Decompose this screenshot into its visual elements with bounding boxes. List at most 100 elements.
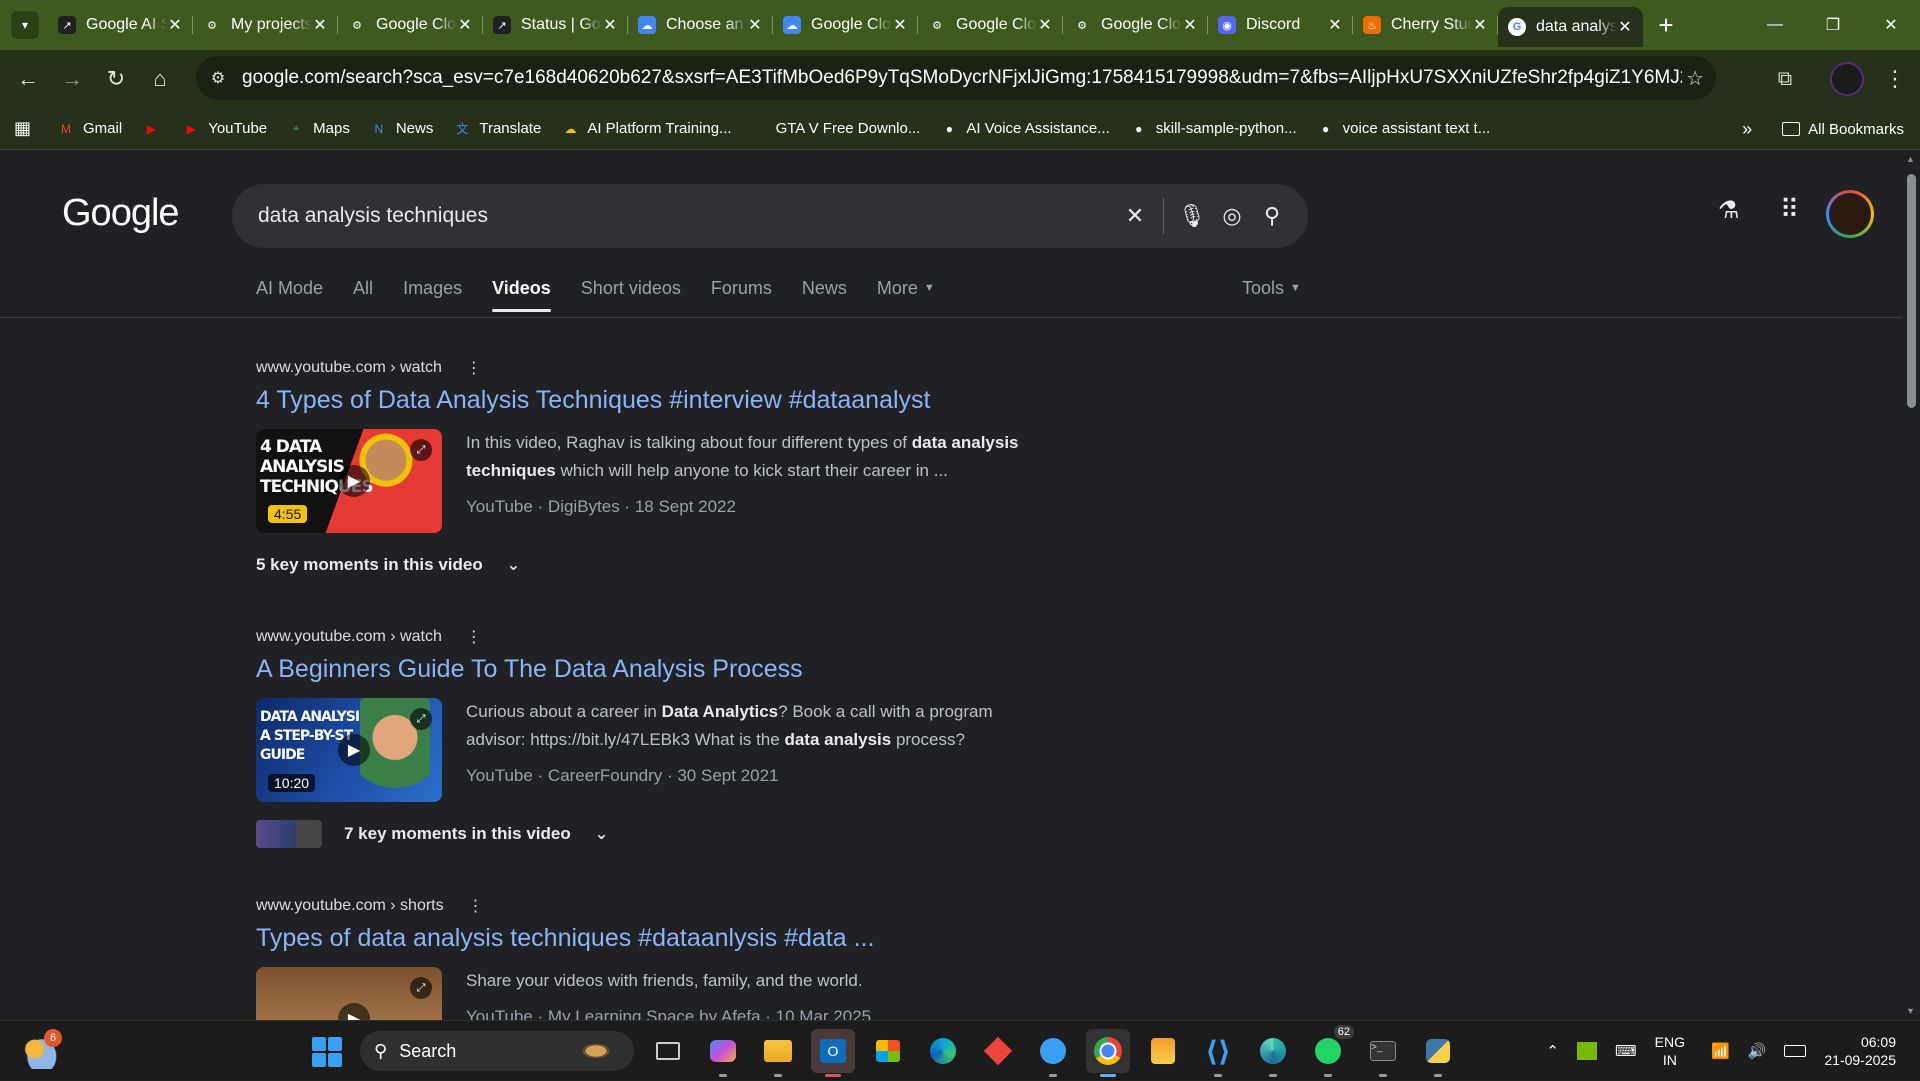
edge-dev-icon[interactable] xyxy=(1251,1029,1295,1077)
tab-forums[interactable]: Forums xyxy=(711,266,772,310)
close-tab-icon[interactable]: ✕ xyxy=(457,15,473,35)
scrollbar-thumb[interactable] xyxy=(1907,174,1916,408)
browser-menu-icon[interactable]: ⋮ xyxy=(1880,60,1910,98)
search-icon[interactable]: ⚲ xyxy=(1252,196,1292,236)
tab-more[interactable]: More ▼ xyxy=(877,266,935,310)
video-thumbnail[interactable]: ▶ ⤢ xyxy=(256,967,442,1020)
result-cite[interactable]: www.youtube.com › shorts ⋮ xyxy=(256,896,1156,916)
labs-flask-icon[interactable]: ⚗ xyxy=(1718,196,1740,225)
edge-icon[interactable] xyxy=(921,1029,965,1073)
address-url[interactable]: google.com/search?sca_esv=c7e168d40620b6… xyxy=(242,67,1682,89)
result-menu-icon[interactable]: ⋮ xyxy=(466,358,482,378)
tab-3[interactable]: ↗ Status | Google✕ xyxy=(483,7,628,43)
copilot-icon[interactable] xyxy=(701,1029,745,1077)
tab-2[interactable]: ⚙ Google Cloud✕ xyxy=(338,7,483,43)
bookmark-0[interactable]: M Gmail xyxy=(57,120,122,138)
bookmark-5[interactable]: 文 Translate xyxy=(453,120,541,138)
key-moments-toggle[interactable]: 7 key moments in this video ⌄ xyxy=(256,820,1156,848)
chrome-icon[interactable] xyxy=(1086,1029,1130,1077)
result-title-link[interactable]: Types of data analysis techniques #dataa… xyxy=(256,924,1156,953)
more-bookmarks-icon[interactable]: » xyxy=(1742,119,1752,140)
tab-10[interactable]: Gdata analysis techniques✕ xyxy=(1498,7,1643,47)
tab-1[interactable]: ⚙ My projects ✕ xyxy=(193,7,338,43)
play-icon[interactable]: ▶ xyxy=(338,465,370,497)
volume-icon[interactable]: 🔊 xyxy=(1748,1042,1767,1060)
close-tab-icon[interactable]: ✕ xyxy=(1037,15,1053,35)
bookmark-9[interactable]: ● skill-sample-python... xyxy=(1130,120,1297,138)
result-title-link[interactable]: A Beginners Guide To The Data Analysis P… xyxy=(256,655,1156,684)
close-tab-icon[interactable]: ✕ xyxy=(167,15,183,35)
home-button[interactable]: ⌂ xyxy=(138,57,182,101)
key-moments-toggle[interactable]: 5 key moments in this video ⌄ xyxy=(256,555,1156,575)
video-thumbnail[interactable]: DATA ANALYSIS A STEP-BY-ST GUIDE ▶ ⤢ 10:… xyxy=(256,698,442,802)
expand-icon[interactable]: ⤢ xyxy=(410,439,432,461)
scroll-up-icon[interactable]: ▲ xyxy=(1906,154,1915,164)
tab-images[interactable]: Images xyxy=(403,266,462,310)
all-bookmarks-button[interactable]: All Bookmarks xyxy=(1782,121,1904,138)
site-info-icon[interactable]: ⚙ xyxy=(200,60,236,96)
tools-button[interactable]: Tools ▼ xyxy=(1242,266,1301,310)
lens-camera-icon[interactable]: ◎ xyxy=(1212,196,1252,236)
python-icon[interactable] xyxy=(1416,1029,1460,1077)
bookmark-2[interactable]: ▶ YouTube xyxy=(182,120,268,138)
extensions-icon[interactable]: ⧉ xyxy=(1766,60,1804,98)
tab-search-button[interactable]: ▾ xyxy=(11,11,39,39)
play-icon[interactable]: ▶ xyxy=(338,1003,370,1020)
bookmark-4[interactable]: N News xyxy=(370,120,433,138)
anydesk-icon[interactable] xyxy=(976,1029,1020,1073)
tab-news[interactable]: News xyxy=(802,266,847,310)
close-window-button[interactable]: ✕ xyxy=(1862,0,1920,50)
tab-videos[interactable]: Videos xyxy=(492,266,551,312)
result-cite[interactable]: www.youtube.com › watch ⋮ xyxy=(256,627,1156,647)
clear-icon[interactable]: ✕ xyxy=(1115,196,1155,236)
close-tab-icon[interactable]: ✕ xyxy=(602,15,618,35)
whatsapp-icon[interactable]: 62 xyxy=(1306,1025,1354,1077)
bookmark-3[interactable]: ⌖ Maps xyxy=(287,120,350,138)
apps-grid-icon[interactable]: ▦ xyxy=(14,118,31,139)
reload-button[interactable]: ↻ xyxy=(94,57,138,101)
file-explorer-icon[interactable] xyxy=(756,1029,800,1077)
nvidia-icon[interactable] xyxy=(1577,1042,1597,1060)
bookmark-7[interactable]: GTA V Free Downlo... xyxy=(776,120,921,137)
tab-5[interactable]: ☁ Google Cloud✕ xyxy=(773,7,918,43)
python-idle-icon[interactable] xyxy=(1031,1029,1075,1077)
bookmark-1[interactable]: ▶ xyxy=(142,120,168,138)
close-tab-icon[interactable]: ✕ xyxy=(892,15,908,35)
profile-avatar[interactable] xyxy=(1830,62,1864,96)
result-menu-icon[interactable]: ⋮ xyxy=(468,896,484,916)
clock[interactable]: 06:09 21-09-2025 xyxy=(1824,1033,1896,1069)
bookmark-star-icon[interactable]: ☆ xyxy=(1686,66,1704,91)
vscode-icon[interactable]: ⟨⟩ xyxy=(1196,1029,1240,1077)
show-hidden-icons[interactable]: ⌃ xyxy=(1546,1042,1559,1060)
account-avatar[interactable] xyxy=(1826,190,1874,238)
search-box[interactable]: data analysis techniques ✕ 🎙 ◎ ⚲ xyxy=(232,184,1308,248)
tab-4[interactable]: ☁ Choose an account✕ xyxy=(628,7,773,43)
tab-short-videos[interactable]: Short videos xyxy=(581,266,681,310)
terminal-icon[interactable]: >_ xyxy=(1361,1029,1405,1077)
tab-7[interactable]: ⚙ Google Cloud✕ xyxy=(1063,7,1208,43)
restore-button[interactable]: ❐ xyxy=(1804,0,1862,50)
expand-icon[interactable]: ⤢ xyxy=(410,708,432,730)
bookmark-8[interactable]: ● AI Voice Assistance... xyxy=(940,120,1110,138)
result-title-link[interactable]: 4 Types of Data Analysis Techniques #int… xyxy=(256,386,1156,415)
close-tab-icon[interactable]: ✕ xyxy=(312,15,328,35)
start-button[interactable] xyxy=(312,1037,342,1067)
google-apps-icon[interactable]: ⠿ xyxy=(1780,194,1799,225)
search-input[interactable]: data analysis techniques xyxy=(258,204,1115,228)
back-button[interactable]: ← xyxy=(6,57,50,101)
forward-button[interactable]: → xyxy=(50,57,94,101)
battery-icon[interactable] xyxy=(1784,1045,1807,1057)
tab-all[interactable]: All xyxy=(353,266,373,310)
vlc-icon[interactable] xyxy=(1141,1029,1185,1073)
microphone-icon[interactable]: 🎙 xyxy=(1172,196,1212,236)
play-icon[interactable]: ▶ xyxy=(338,734,370,766)
result-cite[interactable]: www.youtube.com › watch ⋮ xyxy=(256,358,1156,378)
close-tab-icon[interactable]: ✕ xyxy=(1472,15,1488,35)
close-tab-icon[interactable]: ✕ xyxy=(1327,15,1343,35)
page-scrollbar[interactable]: ▲ ▼ xyxy=(1902,150,1920,1020)
close-tab-icon[interactable]: ✕ xyxy=(747,15,763,35)
new-tab-button[interactable]: + xyxy=(1651,10,1681,40)
tab-0[interactable]: ↗ Google AI Studio✕ xyxy=(48,7,193,43)
result-menu-icon[interactable]: ⋮ xyxy=(466,627,482,647)
close-tab-icon[interactable]: ✕ xyxy=(1617,17,1633,37)
